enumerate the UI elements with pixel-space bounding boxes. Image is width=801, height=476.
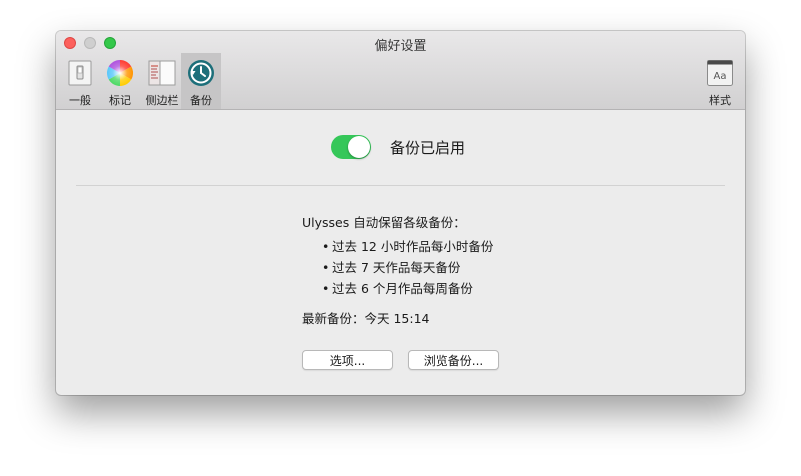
toolbar-item-label: 备份 — [190, 94, 212, 107]
backup-toggle-row: 备份已启用 — [331, 135, 465, 159]
backup-intro-text: Ulysses 自动保留各级备份： — [302, 215, 466, 230]
toolbar-item-sidebar[interactable]: 侧边栏 — [142, 53, 182, 109]
sidebar-icon — [148, 59, 176, 87]
toolbar-item-tags[interactable]: 标记 — [102, 53, 138, 109]
backup-pane: 备份已启用 Ulysses 自动保留各级备份： 过去 12 小时作品每小时备份 … — [56, 110, 745, 395]
backup-clock-icon — [187, 59, 215, 87]
options-button[interactable]: 选项... — [302, 350, 393, 370]
style-aa-icon: Aa — [706, 59, 734, 87]
browse-backups-button[interactable]: 浏览备份... — [408, 350, 499, 370]
toolbar-item-label: 侧边栏 — [145, 94, 179, 107]
preferences-window: 偏好设置 一般 标记 侧边栏 备份 Aa 样式 备份已启用 Ulysses 自动… — [56, 31, 745, 395]
toolbar-item-label: 一般 — [69, 94, 91, 107]
list-item: 过去 7 天作品每天备份 — [322, 257, 493, 278]
toolbar-item-style[interactable]: Aa 样式 — [700, 53, 740, 109]
svg-text:Aa: Aa — [714, 71, 727, 82]
color-wheel-icon — [106, 59, 134, 87]
divider — [76, 185, 725, 186]
backup-enabled-toggle[interactable] — [331, 135, 371, 159]
toolbar-item-label: 标记 — [109, 94, 131, 107]
latest-backup-text: 最新备份：今天 15:14 — [302, 311, 430, 326]
toolbar-item-label: 样式 — [709, 94, 731, 107]
toggle-knob — [348, 136, 370, 158]
toolbar-item-general[interactable]: 一般 — [62, 53, 98, 109]
list-item: 过去 12 小时作品每小时备份 — [322, 236, 493, 257]
window-title: 偏好设置 — [374, 39, 427, 54]
general-switch-icon — [66, 59, 94, 87]
toolbar-item-backup[interactable]: 备份 — [181, 53, 221, 109]
title-bar: 偏好设置 一般 标记 侧边栏 备份 Aa 样式 — [56, 31, 745, 110]
backup-schedule-list: 过去 12 小时作品每小时备份 过去 7 天作品每天备份 过去 6 个月作品每周… — [322, 236, 493, 299]
list-item: 过去 6 个月作品每周备份 — [322, 278, 493, 299]
backup-enabled-label: 备份已启用 — [390, 138, 466, 157]
